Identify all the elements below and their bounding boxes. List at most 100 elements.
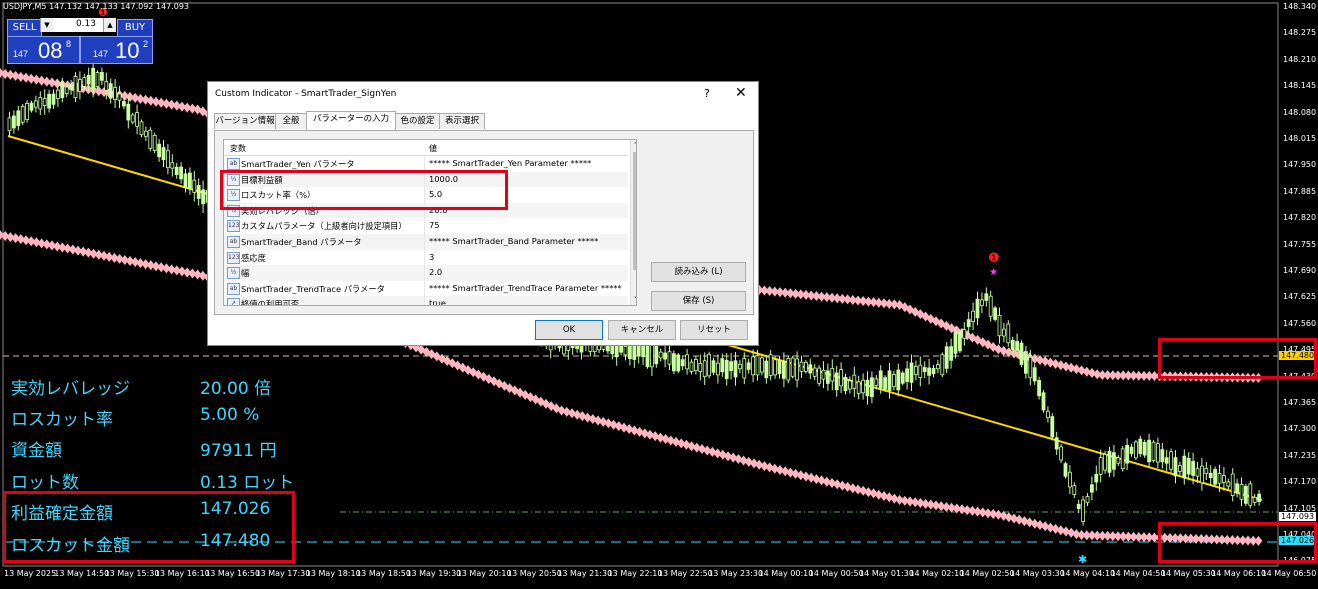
candle-body: [34, 100, 38, 108]
param-value[interactable]: 75: [429, 220, 440, 230]
candle-body: [1094, 473, 1099, 483]
buy-price-box[interactable]: 147 10 2: [80, 36, 153, 64]
candle-body: [1068, 471, 1072, 488]
candle-body: [1178, 465, 1182, 472]
parameter-row[interactable]: ab SmartTrader_TrendTrace パラメータ ***** Smar…: [224, 280, 628, 297]
param-value[interactable]: 2.0: [429, 267, 442, 277]
price-tick-label: 148.340: [1283, 2, 1317, 11]
candle-body: [698, 363, 703, 373]
param-value[interactable]: true: [429, 298, 446, 305]
ok-button[interactable]: OK: [535, 320, 603, 340]
candle-body: [196, 185, 201, 199]
tab-display[interactable]: 表示選択: [439, 113, 485, 129]
scroll-down-icon[interactable]: ⌄: [633, 292, 636, 300]
candle-body: [685, 354, 689, 370]
candle-body: [1222, 475, 1226, 483]
time-tick-label: 14 May 00:50: [808, 569, 864, 578]
candle-body: [694, 359, 698, 372]
candle-body: [852, 374, 857, 389]
candle-body: [1041, 392, 1046, 411]
table-header: 変数 値: [224, 140, 628, 156]
tab-colors[interactable]: 色の設定: [395, 113, 440, 129]
buy-signal-icon: ✱: [1078, 553, 1087, 566]
candle-body: [148, 129, 153, 149]
candle-body: [82, 77, 87, 87]
candle-body: [1147, 439, 1151, 463]
param-value[interactable]: ***** SmartTrader_Yen Parameter *****: [429, 158, 591, 168]
parameter-row[interactable]: ↗ 終値の利用可否 true: [224, 296, 628, 305]
sell-price-box[interactable]: 147 08 8: [7, 36, 80, 64]
candle-body: [724, 359, 729, 379]
candle-body: [7, 117, 12, 132]
highlight-box-info: [3, 491, 295, 563]
candle-body: [135, 112, 140, 127]
candle-body: [143, 130, 148, 137]
candle-body: [91, 67, 95, 90]
candle-body: [69, 84, 73, 91]
close-icon[interactable]: ✕: [735, 85, 747, 101]
candle-body: [1239, 483, 1244, 500]
parameters-table[interactable]: 変数 値 ab SmartTrader_Yen パラメータ ***** SmartT…: [223, 139, 637, 306]
lot-up-icon[interactable]: ▲: [103, 18, 116, 32]
tab-version[interactable]: バージョン情報: [214, 113, 276, 129]
candle-body: [760, 357, 764, 373]
table-scrollbar[interactable]: ⌃ ⌄: [630, 140, 636, 305]
candle-body: [1160, 449, 1165, 463]
time-tick-label: 13 May 22:50: [657, 569, 713, 578]
parameter-row[interactable]: ab SmartTrader_Band パラメータ ***** SmartTrade…: [224, 234, 628, 250]
candle-body: [1085, 496, 1090, 504]
candle-body: [20, 106, 25, 123]
candle-body: [51, 93, 56, 105]
info-label-leverage: 実効レバレッジ: [11, 379, 130, 399]
tab-general[interactable]: 全般: [275, 113, 307, 129]
time-tick-label: 14 May 06:50: [1261, 569, 1317, 578]
candle-body: [1002, 328, 1006, 337]
candle-body: [1116, 457, 1121, 464]
candle-body: [931, 368, 936, 375]
candle-body: [42, 98, 47, 106]
help-button[interactable]: ?: [704, 87, 710, 100]
time-tick-label: 14 May 00:10: [758, 569, 814, 578]
candle-body: [1063, 463, 1068, 477]
parameter-row[interactable]: ½ 幅 2.0: [224, 265, 628, 281]
candle-body: [746, 362, 751, 370]
reset-button[interactable]: リセット: [680, 320, 748, 340]
candle-body: [663, 352, 667, 360]
candle-body: [16, 110, 21, 126]
param-type-icon: ab: [227, 282, 240, 295]
parameter-row[interactable]: 123 感応度 3: [224, 249, 628, 266]
price-tick-label: 147.365: [1283, 398, 1317, 407]
candle-body: [179, 166, 184, 180]
buy-button[interactable]: BUY: [117, 19, 153, 37]
param-value[interactable]: ***** SmartTrader_Band Parameter *****: [429, 236, 598, 246]
save-button[interactable]: 保存 (S): [651, 291, 746, 311]
cancel-button[interactable]: キャンセル: [608, 320, 676, 340]
param-value[interactable]: ***** SmartTrader_TrendTrace Parameter *…: [429, 283, 622, 293]
lot-down-icon[interactable]: ▼: [40, 18, 53, 32]
sell-signal-icon: ❶: [988, 251, 1000, 266]
param-name: 幅: [241, 268, 250, 279]
candle-body: [755, 355, 760, 376]
param-type-icon: ab: [227, 236, 240, 248]
candle-body: [839, 369, 843, 387]
tab-parameters[interactable]: パラメーターの入力: [306, 111, 396, 130]
scroll-thumb[interactable]: [633, 152, 636, 270]
info-value-losscut-rate: 5.00 %: [200, 405, 260, 425]
parameter-row[interactable]: 123 カスタムパラメータ（上級者向け設定項目） 75: [224, 218, 628, 234]
param-value[interactable]: 3: [429, 252, 434, 262]
column-separator: [424, 234, 425, 250]
candle-body: [152, 134, 157, 151]
scroll-up-icon[interactable]: ⌃: [633, 141, 636, 149]
column-separator: [424, 249, 425, 266]
candle-body: [909, 362, 914, 383]
candle-body: [1103, 454, 1107, 471]
candle-body: [680, 359, 685, 367]
candle-body: [130, 114, 135, 123]
lot-size-input[interactable]: ▼ 0.13 ▲: [40, 18, 116, 32]
load-button[interactable]: 読み込み (L): [651, 262, 746, 282]
candle-body: [949, 346, 953, 361]
sell-button[interactable]: SELL: [7, 19, 42, 37]
price-tick-label: 147.885: [1283, 186, 1317, 196]
candle-body: [790, 357, 795, 377]
price-tick-label: 148.145: [1283, 81, 1317, 91]
